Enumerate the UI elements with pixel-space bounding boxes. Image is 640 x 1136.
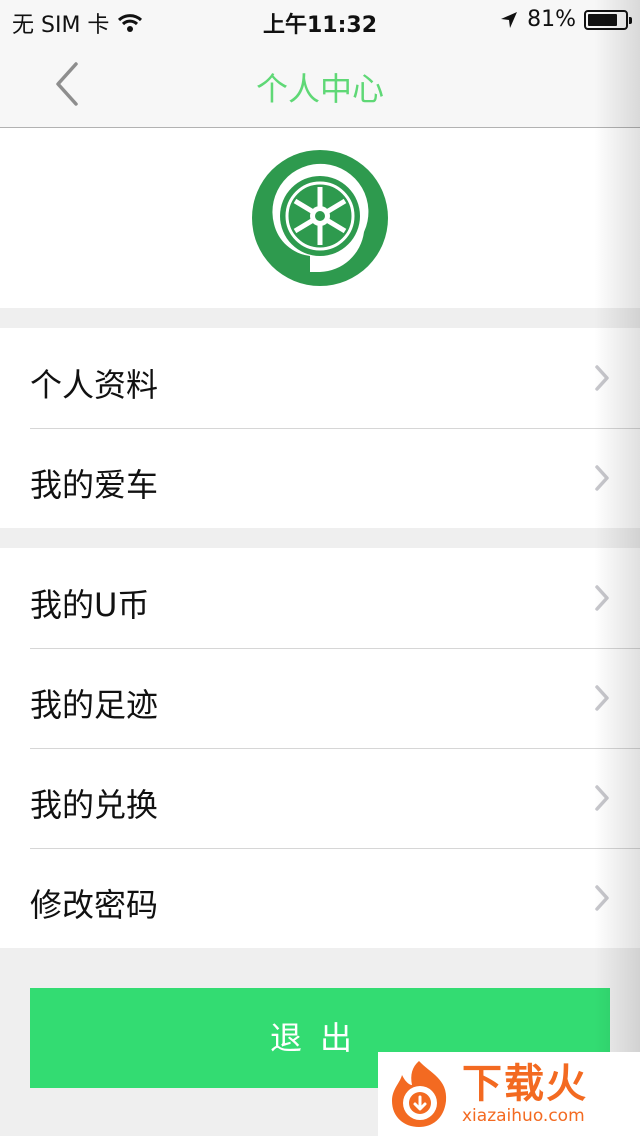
chevron-right-icon	[595, 685, 609, 711]
profile-header	[0, 128, 640, 308]
watermark: 下载火 xiazaihuo.com	[378, 1052, 640, 1136]
battery-percent: 81%	[527, 7, 576, 32]
menu-group-account: 我的U币 我的足迹 我的兑换 修改密码	[0, 548, 640, 948]
menu-item-label: 修改密码	[30, 886, 159, 924]
chevron-right-icon	[595, 465, 609, 491]
battery-icon	[584, 9, 632, 30]
watermark-title: 下载火	[462, 1061, 588, 1107]
menu-item-label: 我的U币	[30, 586, 150, 624]
chevron-right-icon	[595, 885, 609, 911]
watermark-url: xiazaihuo.com	[462, 1106, 585, 1126]
menu-item-label: 我的兑换	[30, 786, 159, 824]
menu-item-footprints[interactable]: 我的足迹	[0, 648, 640, 748]
menu-item-my-car[interactable]: 我的爱车	[0, 428, 640, 528]
page-title: 个人中心	[255, 70, 384, 108]
menu-item-label: 个人资料	[30, 366, 159, 404]
battery-level-fill	[588, 13, 618, 26]
menu-group-profile: 个人资料 我的爱车	[0, 328, 640, 528]
menu-item-label: 我的爱车	[30, 466, 159, 504]
menu-item-change-password[interactable]: 修改密码	[0, 848, 640, 948]
menu-item-label: 我的足迹	[30, 686, 159, 724]
menu-item-profile-info[interactable]: 个人资料	[0, 328, 640, 428]
chevron-right-icon	[595, 365, 609, 391]
flame-logo-icon	[392, 1061, 447, 1127]
chevron-right-icon	[595, 785, 609, 811]
navigation-bar: 个人中心	[0, 40, 640, 128]
status-bar: 无 SIM 卡 上午11:32 81%	[0, 0, 640, 40]
wheel-logo-icon	[252, 150, 388, 286]
menu-item-u-coins[interactable]: 我的U币	[0, 548, 640, 648]
location-arrow-icon	[501, 11, 518, 28]
menu-item-redemptions[interactable]: 我的兑换	[0, 748, 640, 848]
chevron-right-icon	[595, 585, 609, 611]
